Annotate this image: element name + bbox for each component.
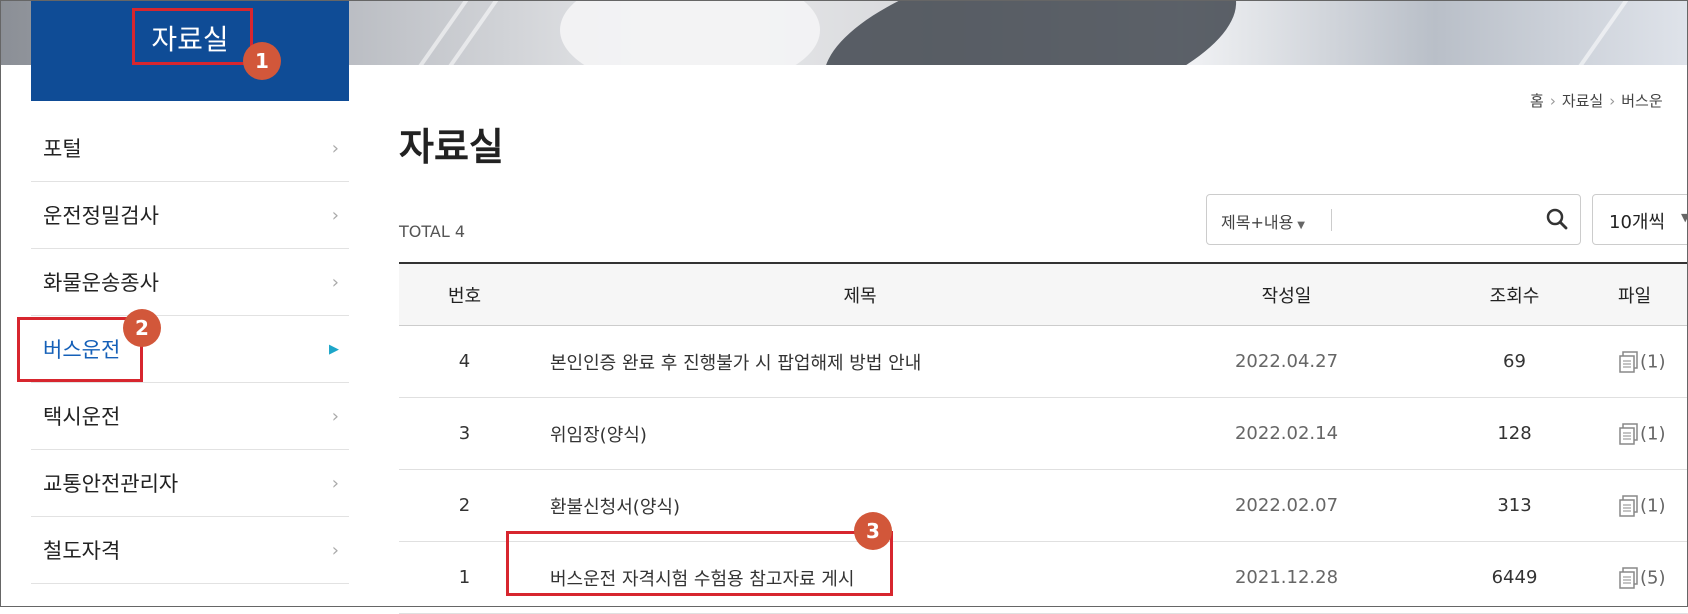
row-date: 2022.02.14 bbox=[1190, 397, 1383, 470]
per-page-value: 10개씩 bbox=[1609, 212, 1666, 233]
row-views: 313 bbox=[1449, 469, 1580, 542]
row-file[interactable]: (1) bbox=[1580, 397, 1688, 470]
sidebar-item-label: 화물운송종사 bbox=[43, 271, 159, 295]
row-views: 128 bbox=[1449, 397, 1580, 470]
chevron-right-icon: › bbox=[1549, 92, 1556, 110]
per-page-select[interactable]: 10개씩 ▼ bbox=[1592, 194, 1688, 245]
row-file[interactable]: (1) bbox=[1580, 469, 1688, 542]
annotation-box-1 bbox=[132, 8, 253, 65]
chevron-right-icon: › bbox=[331, 472, 339, 494]
triangle-right-icon: ▶ bbox=[329, 341, 339, 357]
sidebar-item-label: 택시운전 bbox=[43, 405, 121, 429]
file-attachment-icon bbox=[1619, 566, 1638, 589]
row-date: 2021.12.28 bbox=[1190, 541, 1383, 614]
breadcrumb-home[interactable]: 홈 bbox=[1530, 92, 1544, 110]
row-no: 3 bbox=[399, 397, 530, 470]
file-count: (1) bbox=[1640, 423, 1666, 444]
divider bbox=[1331, 209, 1332, 231]
breadcrumb-level1[interactable]: 자료실 bbox=[1562, 92, 1603, 110]
sidebar-item-taxi[interactable]: 택시운전 › bbox=[31, 383, 349, 450]
annotation-box-3 bbox=[506, 531, 893, 596]
header-file: 파일 bbox=[1580, 262, 1688, 326]
header-no: 번호 bbox=[399, 262, 530, 326]
annotation-badge-2: 2 bbox=[123, 309, 161, 347]
sidebar-item-cargo[interactable]: 화물운송종사 › bbox=[31, 249, 349, 316]
caret-down-icon: ▼ bbox=[1681, 211, 1688, 224]
sidebar-item-label: 철도자격 bbox=[43, 539, 121, 563]
sidebar-item-label: 운전정밀검사 bbox=[43, 204, 159, 228]
row-views: 69 bbox=[1449, 325, 1580, 398]
table-row[interactable]: 4 본인인증 완료 후 진행불가 시 팝업해제 방법 안내 2022.04.27… bbox=[399, 325, 1688, 398]
page-title: 자료실 bbox=[399, 125, 504, 169]
breadcrumb-level2[interactable]: 버스운 bbox=[1621, 92, 1662, 110]
table-row[interactable]: 3 위임장(양식) 2022.02.14 128 (1) bbox=[399, 397, 1688, 470]
search-scope-select[interactable]: 제목+내용 ▼ bbox=[1221, 209, 1305, 233]
row-spacer bbox=[1383, 325, 1449, 398]
file-count: (5) bbox=[1640, 567, 1666, 588]
breadcrumb: 홈 › 자료실 › 버스운 bbox=[1530, 90, 1663, 111]
chevron-right-icon: › bbox=[331, 137, 339, 159]
table-header-row: 번호 제목 작성일 조회수 파일 bbox=[399, 262, 1688, 326]
header-spacer bbox=[1383, 262, 1449, 326]
search-scope-label: 제목+내용 bbox=[1221, 213, 1294, 232]
row-file[interactable]: (5) bbox=[1580, 541, 1688, 614]
row-date: 2022.02.07 bbox=[1190, 469, 1383, 542]
row-file[interactable]: (1) bbox=[1580, 325, 1688, 398]
chevron-right-icon: › bbox=[331, 539, 339, 561]
header-date: 작성일 bbox=[1190, 262, 1383, 326]
sidebar-item-label: 포털 bbox=[43, 137, 82, 161]
search-icon[interactable] bbox=[1545, 207, 1569, 231]
annotation-badge-1: 1 bbox=[243, 42, 281, 80]
file-count: (1) bbox=[1640, 351, 1666, 372]
sidebar-item-driving-aptitude[interactable]: 운전정밀검사 › bbox=[31, 182, 349, 249]
chevron-right-icon: › bbox=[331, 405, 339, 427]
file-attachment-icon bbox=[1619, 494, 1638, 517]
row-spacer bbox=[1383, 397, 1449, 470]
search-box: 제목+내용 ▼ bbox=[1206, 194, 1581, 245]
annotation-badge-3: 3 bbox=[854, 512, 892, 550]
row-spacer bbox=[1383, 469, 1449, 542]
sidebar-item-safety-manager[interactable]: 교통안전관리자 › bbox=[31, 450, 349, 517]
row-title-link[interactable]: 위임장(양식) bbox=[530, 397, 1190, 470]
file-attachment-icon bbox=[1619, 422, 1638, 445]
sidebar-item-label: 교통안전관리자 bbox=[43, 472, 179, 496]
chevron-right-icon: › bbox=[331, 204, 339, 226]
total-count: TOTAL 4 bbox=[399, 222, 466, 241]
sidebar-item-portal[interactable]: 포털 › bbox=[31, 115, 349, 182]
chevron-right-icon: › bbox=[1609, 92, 1616, 110]
file-attachment-icon bbox=[1619, 350, 1638, 373]
sidebar-item-railway[interactable]: 철도자격 › bbox=[31, 517, 349, 584]
chevron-right-icon: › bbox=[331, 271, 339, 293]
header-title: 제목 bbox=[530, 262, 1190, 326]
row-no: 4 bbox=[399, 325, 530, 398]
file-count: (1) bbox=[1640, 495, 1666, 516]
row-date: 2022.04.27 bbox=[1190, 325, 1383, 398]
caret-down-icon: ▼ bbox=[1297, 220, 1305, 231]
header-views: 조회수 bbox=[1449, 262, 1580, 326]
row-spacer bbox=[1383, 541, 1449, 614]
search-input[interactable] bbox=[1339, 205, 1533, 237]
row-title-link[interactable]: 본인인증 완료 후 진행불가 시 팝업해제 방법 안내 bbox=[530, 325, 1190, 398]
row-views: 6449 bbox=[1449, 541, 1580, 614]
